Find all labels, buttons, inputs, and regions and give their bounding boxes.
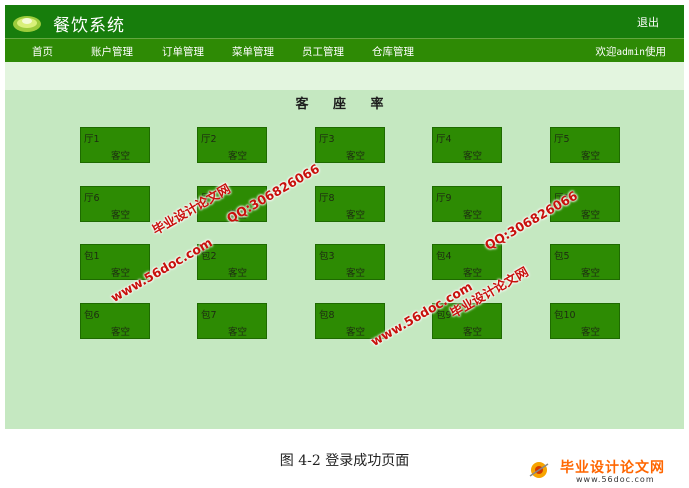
table-tile[interactable]: 厅6 客空: [80, 186, 150, 222]
table-name: 厅9: [436, 193, 452, 204]
table-tile[interactable]: 包5 客空: [550, 244, 620, 280]
table-name: 厅8: [319, 193, 335, 204]
table-status: 客空: [581, 210, 601, 221]
table-tile[interactable]: 厅1 客空: [80, 127, 150, 163]
table-tile[interactable]: 包10 客空: [550, 303, 620, 339]
table-name: 厅1: [84, 134, 100, 145]
table-status: 客空: [111, 151, 131, 162]
brand-url: www.56doc.com: [576, 475, 655, 484]
table-name: 包10: [554, 310, 576, 321]
table-name: 厅3: [319, 134, 335, 145]
table-tile[interactable]: 厅3 客空: [315, 127, 385, 163]
app-window: 餐饮系统 退出 首页 账户管理 订单管理 菜单管理 员工管理 仓库管理 欢迎ad…: [5, 5, 684, 429]
table-status: 客空: [111, 327, 131, 338]
table-status: 客空: [228, 151, 248, 162]
table-status: 客空: [463, 151, 483, 162]
table-status: 客空: [463, 268, 483, 279]
nav-menu-management[interactable]: 菜单管理: [232, 44, 274, 59]
table-name: 包7: [201, 310, 217, 321]
nav-warehouse-management[interactable]: 仓库管理: [372, 44, 414, 59]
logout-link[interactable]: 退出: [637, 14, 659, 30]
table-tile[interactable]: 厅8 客空: [315, 186, 385, 222]
table-tile[interactable]: 厅5 客空: [550, 127, 620, 163]
nav-bar: 首页 账户管理 订单管理 菜单管理 员工管理 仓库管理 欢迎admin使用: [5, 38, 684, 62]
nav-order-management[interactable]: 订单管理: [162, 44, 204, 59]
table-name: 包4: [436, 251, 452, 262]
table-status: 客空: [228, 327, 248, 338]
welcome-username: admin: [616, 47, 645, 58]
brand-name: 毕业设计论文网: [560, 460, 665, 476]
table-name: 厅5: [554, 134, 570, 145]
table-name: 厅6: [84, 193, 100, 204]
table-status: 客空: [581, 327, 601, 338]
table-status: 客空: [346, 210, 366, 221]
table-tile[interactable]: 厅4 客空: [432, 127, 502, 163]
table-status: 客空: [111, 210, 131, 221]
table-status: 客空: [228, 268, 248, 279]
header-bar: 餐饮系统 退出: [5, 5, 684, 38]
nav-staff-management[interactable]: 员工管理: [302, 44, 344, 59]
welcome-text: 欢迎admin使用: [595, 46, 666, 58]
table-status: 客空: [581, 151, 601, 162]
table-status: 客空: [463, 210, 483, 221]
table-name: 厅4: [436, 134, 452, 145]
table-tile[interactable]: 包7 客空: [197, 303, 267, 339]
lotus-logo-icon: [13, 16, 41, 32]
table-status: 客空: [346, 151, 366, 162]
globe-icon: [529, 462, 549, 478]
table-tile[interactable]: 厅2 客空: [197, 127, 267, 163]
table-name: 包6: [84, 310, 100, 321]
table-tile[interactable]: 包6 客空: [80, 303, 150, 339]
table-name: 包5: [554, 251, 570, 262]
brand-logo: 毕业设计论文网 www.56doc.com: [520, 455, 685, 485]
table-name: 包8: [319, 310, 335, 321]
table-status: 客空: [111, 268, 131, 279]
content-title: 客 座 率: [295, 97, 394, 112]
table-name: 包1: [84, 251, 100, 262]
table-status: 客空: [346, 327, 366, 338]
table-tile[interactable]: 厅9 客空: [432, 186, 502, 222]
table-status: 客空: [346, 268, 366, 279]
nav-home[interactable]: 首页: [32, 44, 53, 59]
table-status: 客空: [463, 327, 483, 338]
table-name: 厅2: [201, 134, 217, 145]
app-title: 餐饮系统: [53, 16, 125, 36]
nav-account-management[interactable]: 账户管理: [91, 44, 133, 59]
sub-bar: [5, 62, 684, 90]
table-status: 客空: [581, 268, 601, 279]
table-name: 包3: [319, 251, 335, 262]
table-tile[interactable]: 包3 客空: [315, 244, 385, 280]
